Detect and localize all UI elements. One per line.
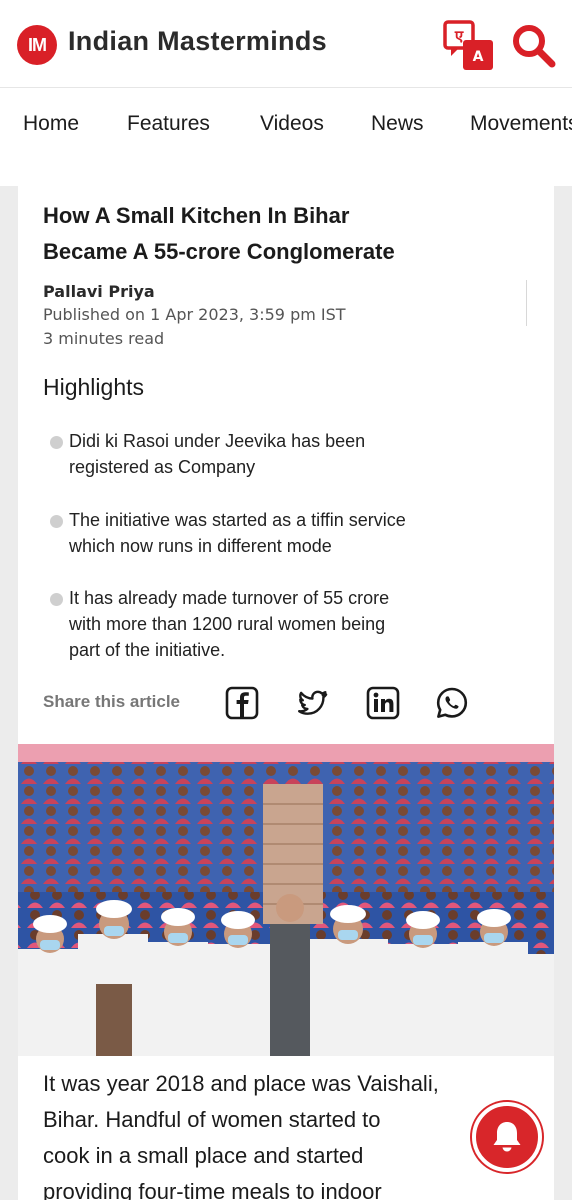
article-title-line: How A Small Kitchen In Bihar <box>43 203 350 228</box>
article-body-line: cook in a small place and started <box>43 1143 364 1168</box>
site-logo-badge[interactable]: IM <box>17 25 57 65</box>
highlights-heading: Highlights <box>43 374 144 400</box>
article-body-line: It was year 2018 and place was Vaishali, <box>43 1071 439 1096</box>
article-author[interactable]: Pallavi Priya <box>43 282 155 301</box>
site-header: IM Indian Masterminds ए A <box>0 0 572 88</box>
nav-item-features[interactable]: Features <box>127 112 210 136</box>
highlight-text-line: It has already made turnover of 55 crore <box>69 588 390 608</box>
main-nav: Home Features Videos News Movements <box>0 88 572 186</box>
twitter-icon[interactable] <box>296 686 330 720</box>
linkedin-icon[interactable] <box>366 686 400 720</box>
article-body: It was year 2018 and place was Vaishali,… <box>43 1066 543 1200</box>
bullet-icon <box>50 515 63 528</box>
bullet-icon <box>50 593 63 606</box>
highlight-text-line: Didi ki Rasoi under Jeevika has been <box>69 431 366 451</box>
facebook-icon[interactable] <box>225 686 259 720</box>
article-title: How A Small Kitchen In Bihar Became A 55… <box>43 198 513 270</box>
article-title-line: Became A 55-crore Conglomerate <box>43 239 395 264</box>
share-label: Share this article <box>43 692 181 711</box>
search-icon[interactable] <box>510 22 556 68</box>
translate-glyph-english: A <box>473 49 484 65</box>
bell-icon <box>493 1122 521 1152</box>
nav-item-home[interactable]: Home <box>23 112 79 136</box>
article-read-time: 3 minutes read <box>43 329 165 348</box>
article-body-line: providing four-time meals to indoor <box>43 1179 382 1200</box>
meta-divider <box>526 280 527 326</box>
nav-item-videos[interactable]: Videos <box>260 112 324 136</box>
whatsapp-icon[interactable] <box>435 686 469 720</box>
translate-icon[interactable]: ए A <box>441 20 495 72</box>
bullet-icon <box>50 436 63 449</box>
article-body-line: Bihar. Handful of women started to <box>43 1107 381 1132</box>
highlight-text-line: with more than 1200 rural women being <box>69 614 386 634</box>
article-photo <box>18 744 554 1056</box>
highlight-text-line: part of the initiative. <box>69 640 226 660</box>
nav-item-movements[interactable]: Movements <box>470 112 572 136</box>
notification-bell-button[interactable] <box>472 1102 542 1172</box>
nav-item-news[interactable]: News <box>371 112 424 136</box>
article-published-date: Published on 1 Apr 2023, 3:59 pm IST <box>43 305 346 324</box>
site-name[interactable]: Indian Masterminds <box>68 26 327 57</box>
highlight-text-line: The initiative was started as a tiffin s… <box>69 510 406 530</box>
highlight-text-line: registered as Company <box>69 457 256 477</box>
translate-glyph-hindi: ए <box>454 27 464 45</box>
highlight-text-line: which now runs in different mode <box>69 536 332 556</box>
